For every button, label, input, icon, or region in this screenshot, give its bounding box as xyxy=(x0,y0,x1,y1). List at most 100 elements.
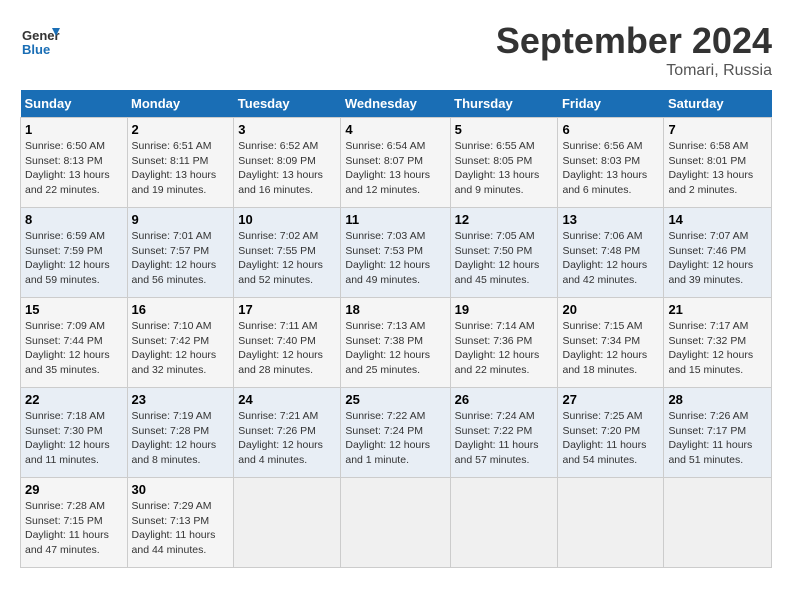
table-row: 7 Sunrise: 6:58 AM Sunset: 8:01 PM Dayli… xyxy=(664,118,772,208)
col-sunday: Sunday xyxy=(21,90,128,118)
table-row: 27 Sunrise: 7:25 AM Sunset: 7:20 PM Dayl… xyxy=(558,388,664,478)
day-number: 4 xyxy=(345,122,445,137)
table-row: 15 Sunrise: 7:09 AM Sunset: 7:44 PM Dayl… xyxy=(21,298,128,388)
day-number: 28 xyxy=(668,392,767,407)
day-number: 2 xyxy=(132,122,230,137)
table-row: 26 Sunrise: 7:24 AM Sunset: 7:22 PM Dayl… xyxy=(450,388,558,478)
table-row: 30 Sunrise: 7:29 AM Sunset: 7:13 PM Dayl… xyxy=(127,478,234,568)
day-info: Sunrise: 7:10 AM Sunset: 7:42 PM Dayligh… xyxy=(132,319,230,378)
day-info: Sunrise: 6:55 AM Sunset: 8:05 PM Dayligh… xyxy=(455,139,554,198)
day-info: Sunrise: 7:03 AM Sunset: 7:53 PM Dayligh… xyxy=(345,229,445,288)
day-info: Sunrise: 6:51 AM Sunset: 8:11 PM Dayligh… xyxy=(132,139,230,198)
table-row: 13 Sunrise: 7:06 AM Sunset: 7:48 PM Dayl… xyxy=(558,208,664,298)
table-row: 24 Sunrise: 7:21 AM Sunset: 7:26 PM Dayl… xyxy=(234,388,341,478)
col-friday: Friday xyxy=(558,90,664,118)
table-row: 18 Sunrise: 7:13 AM Sunset: 7:38 PM Dayl… xyxy=(341,298,450,388)
day-number: 29 xyxy=(25,482,123,497)
table-row: 4 Sunrise: 6:54 AM Sunset: 8:07 PM Dayli… xyxy=(341,118,450,208)
table-row: 17 Sunrise: 7:11 AM Sunset: 7:40 PM Dayl… xyxy=(234,298,341,388)
calendar-row: 29 Sunrise: 7:28 AM Sunset: 7:15 PM Dayl… xyxy=(21,478,772,568)
day-info: Sunrise: 7:15 AM Sunset: 7:34 PM Dayligh… xyxy=(562,319,659,378)
day-number: 21 xyxy=(668,302,767,317)
day-number: 24 xyxy=(238,392,336,407)
table-row: 2 Sunrise: 6:51 AM Sunset: 8:11 PM Dayli… xyxy=(127,118,234,208)
day-number: 12 xyxy=(455,212,554,227)
day-info: Sunrise: 6:50 AM Sunset: 8:13 PM Dayligh… xyxy=(25,139,123,198)
day-number: 14 xyxy=(668,212,767,227)
day-info: Sunrise: 6:52 AM Sunset: 8:09 PM Dayligh… xyxy=(238,139,336,198)
table-row xyxy=(664,478,772,568)
day-info: Sunrise: 7:14 AM Sunset: 7:36 PM Dayligh… xyxy=(455,319,554,378)
col-monday: Monday xyxy=(127,90,234,118)
day-info: Sunrise: 7:18 AM Sunset: 7:30 PM Dayligh… xyxy=(25,409,123,468)
calendar-row: 15 Sunrise: 7:09 AM Sunset: 7:44 PM Dayl… xyxy=(21,298,772,388)
day-info: Sunrise: 7:11 AM Sunset: 7:40 PM Dayligh… xyxy=(238,319,336,378)
day-info: Sunrise: 7:19 AM Sunset: 7:28 PM Dayligh… xyxy=(132,409,230,468)
day-info: Sunrise: 7:22 AM Sunset: 7:24 PM Dayligh… xyxy=(345,409,445,468)
table-row: 5 Sunrise: 6:55 AM Sunset: 8:05 PM Dayli… xyxy=(450,118,558,208)
day-number: 1 xyxy=(25,122,123,137)
title-block: September 2024 Tomari, Russia xyxy=(496,20,772,80)
table-row xyxy=(341,478,450,568)
day-info: Sunrise: 6:58 AM Sunset: 8:01 PM Dayligh… xyxy=(668,139,767,198)
table-row: 3 Sunrise: 6:52 AM Sunset: 8:09 PM Dayli… xyxy=(234,118,341,208)
month-title: September 2024 xyxy=(496,20,772,62)
day-number: 3 xyxy=(238,122,336,137)
day-info: Sunrise: 7:29 AM Sunset: 7:13 PM Dayligh… xyxy=(132,499,230,558)
svg-text:Blue: Blue xyxy=(22,42,50,57)
day-info: Sunrise: 7:28 AM Sunset: 7:15 PM Dayligh… xyxy=(25,499,123,558)
day-info: Sunrise: 7:06 AM Sunset: 7:48 PM Dayligh… xyxy=(562,229,659,288)
table-row: 20 Sunrise: 7:15 AM Sunset: 7:34 PM Dayl… xyxy=(558,298,664,388)
table-row: 25 Sunrise: 7:22 AM Sunset: 7:24 PM Dayl… xyxy=(341,388,450,478)
day-number: 8 xyxy=(25,212,123,227)
calendar-row: 8 Sunrise: 6:59 AM Sunset: 7:59 PM Dayli… xyxy=(21,208,772,298)
day-number: 5 xyxy=(455,122,554,137)
day-info: Sunrise: 7:25 AM Sunset: 7:20 PM Dayligh… xyxy=(562,409,659,468)
day-number: 10 xyxy=(238,212,336,227)
logo: General Blue xyxy=(20,20,64,60)
table-row: 14 Sunrise: 7:07 AM Sunset: 7:46 PM Dayl… xyxy=(664,208,772,298)
calendar-header-row: Sunday Monday Tuesday Wednesday Thursday… xyxy=(21,90,772,118)
table-row: 28 Sunrise: 7:26 AM Sunset: 7:17 PM Dayl… xyxy=(664,388,772,478)
day-info: Sunrise: 7:05 AM Sunset: 7:50 PM Dayligh… xyxy=(455,229,554,288)
day-number: 15 xyxy=(25,302,123,317)
day-number: 22 xyxy=(25,392,123,407)
table-row xyxy=(558,478,664,568)
table-row xyxy=(450,478,558,568)
col-tuesday: Tuesday xyxy=(234,90,341,118)
day-number: 25 xyxy=(345,392,445,407)
day-info: Sunrise: 6:56 AM Sunset: 8:03 PM Dayligh… xyxy=(562,139,659,198)
location: Tomari, Russia xyxy=(496,62,772,80)
day-info: Sunrise: 7:02 AM Sunset: 7:55 PM Dayligh… xyxy=(238,229,336,288)
table-row: 23 Sunrise: 7:19 AM Sunset: 7:28 PM Dayl… xyxy=(127,388,234,478)
day-number: 30 xyxy=(132,482,230,497)
day-info: Sunrise: 7:26 AM Sunset: 7:17 PM Dayligh… xyxy=(668,409,767,468)
table-row: 1 Sunrise: 6:50 AM Sunset: 8:13 PM Dayli… xyxy=(21,118,128,208)
page-header: General Blue September 2024 Tomari, Russ… xyxy=(20,20,772,80)
day-number: 19 xyxy=(455,302,554,317)
calendar-row: 22 Sunrise: 7:18 AM Sunset: 7:30 PM Dayl… xyxy=(21,388,772,478)
day-number: 26 xyxy=(455,392,554,407)
table-row: 16 Sunrise: 7:10 AM Sunset: 7:42 PM Dayl… xyxy=(127,298,234,388)
day-number: 16 xyxy=(132,302,230,317)
day-info: Sunrise: 7:13 AM Sunset: 7:38 PM Dayligh… xyxy=(345,319,445,378)
calendar-row: 1 Sunrise: 6:50 AM Sunset: 8:13 PM Dayli… xyxy=(21,118,772,208)
day-number: 11 xyxy=(345,212,445,227)
table-row: 9 Sunrise: 7:01 AM Sunset: 7:57 PM Dayli… xyxy=(127,208,234,298)
day-info: Sunrise: 7:17 AM Sunset: 7:32 PM Dayligh… xyxy=(668,319,767,378)
table-row: 12 Sunrise: 7:05 AM Sunset: 7:50 PM Dayl… xyxy=(450,208,558,298)
table-row: 8 Sunrise: 6:59 AM Sunset: 7:59 PM Dayli… xyxy=(21,208,128,298)
day-number: 18 xyxy=(345,302,445,317)
table-row: 11 Sunrise: 7:03 AM Sunset: 7:53 PM Dayl… xyxy=(341,208,450,298)
day-number: 17 xyxy=(238,302,336,317)
calendar-table: Sunday Monday Tuesday Wednesday Thursday… xyxy=(20,90,772,568)
col-thursday: Thursday xyxy=(450,90,558,118)
day-number: 27 xyxy=(562,392,659,407)
table-row: 10 Sunrise: 7:02 AM Sunset: 7:55 PM Dayl… xyxy=(234,208,341,298)
table-row: 29 Sunrise: 7:28 AM Sunset: 7:15 PM Dayl… xyxy=(21,478,128,568)
day-number: 6 xyxy=(562,122,659,137)
day-number: 20 xyxy=(562,302,659,317)
day-number: 9 xyxy=(132,212,230,227)
day-info: Sunrise: 7:01 AM Sunset: 7:57 PM Dayligh… xyxy=(132,229,230,288)
day-info: Sunrise: 7:07 AM Sunset: 7:46 PM Dayligh… xyxy=(668,229,767,288)
